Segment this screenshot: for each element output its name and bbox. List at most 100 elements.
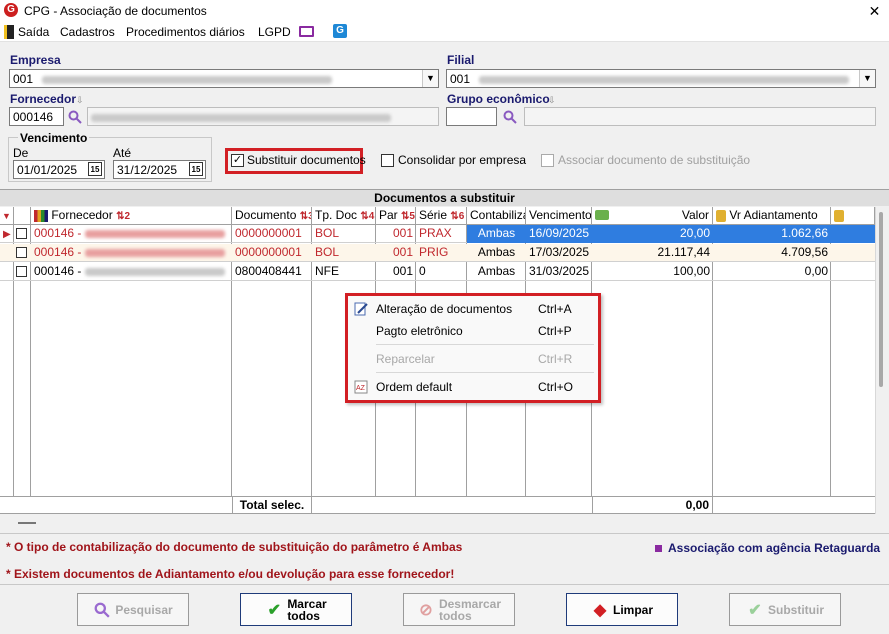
header-check bbox=[14, 207, 31, 225]
associar-checkbox bbox=[541, 154, 554, 167]
sort-order: 4 bbox=[368, 211, 375, 222]
menu-cadastros[interactable]: Cadastros bbox=[60, 25, 115, 39]
empresa-redacted bbox=[42, 75, 333, 84]
header-documento[interactable]: Documento ⇅3 bbox=[232, 207, 312, 225]
header-fornecedor-label: Fornecedor bbox=[51, 208, 113, 222]
cell-documento: 0000000001 bbox=[235, 245, 302, 259]
marcar-todos-button[interactable]: ✔ Marcar todos bbox=[240, 593, 352, 626]
cell-serie: 0 bbox=[419, 264, 426, 278]
filial-value: 001 bbox=[450, 72, 471, 86]
header-valor[interactable]: Valor bbox=[592, 207, 713, 225]
grupo-code-input[interactable] bbox=[446, 107, 497, 126]
table-row[interactable]: ▶ 000146 - 0000000001 BOL 001 PRAX Ambas… bbox=[0, 225, 875, 243]
filial-select[interactable]: 001 ▼ bbox=[446, 69, 876, 88]
chevron-down-icon[interactable]: ▼ bbox=[422, 70, 438, 87]
scrollbar-thumb[interactable] bbox=[879, 212, 883, 387]
header-vradiant[interactable]: Vr Adiantamento bbox=[713, 207, 831, 225]
desmarcar-todos-button: ⊘ Desmarcar todos bbox=[403, 593, 515, 626]
todos-label: todos bbox=[287, 608, 320, 623]
substituir-button: ✔ Substituir bbox=[729, 593, 841, 626]
header-documento-label: Documento bbox=[235, 208, 297, 222]
consolidar-checkbox[interactable] bbox=[381, 154, 394, 167]
limpar-button[interactable]: ◆ Limpar bbox=[566, 593, 678, 626]
sort-arrow-icon: ⇅ bbox=[360, 211, 369, 222]
vencimento-label: Vencimento bbox=[18, 131, 90, 145]
close-button[interactable]: ✕ bbox=[860, 0, 889, 22]
header-serie[interactable]: Série ⇅6 bbox=[416, 207, 467, 225]
header-fornecedor[interactable]: Fornecedor ⇅2 bbox=[31, 207, 232, 225]
sort-arrow-icon: ⇅ bbox=[299, 211, 309, 222]
header-par[interactable]: Par ⇅5 bbox=[376, 207, 416, 225]
row-checkbox[interactable] bbox=[16, 228, 27, 239]
header-vencimento[interactable]: Vencimento bbox=[526, 207, 592, 225]
ate-label: Até bbox=[113, 146, 132, 160]
pin-icon: ⇩ bbox=[76, 95, 84, 105]
cancel-icon: ⊘ bbox=[419, 601, 433, 619]
assoc-agencia-label: Associação com agência Retaguarda bbox=[668, 541, 881, 555]
empresa-select[interactable]: 001 ▼ bbox=[9, 69, 439, 88]
row-checkbox[interactable] bbox=[16, 247, 27, 258]
grid-title: Documentos a substituir bbox=[0, 189, 889, 206]
cell-vradiant: 1.062,66 bbox=[713, 225, 831, 243]
ctx-separator bbox=[376, 372, 594, 373]
ate-date-value: 31/12/2025 bbox=[117, 163, 178, 177]
ctx-alteracao-documentos[interactable]: Alteração de documentos Ctrl+A bbox=[348, 298, 598, 320]
status-dot-icon bbox=[655, 545, 662, 552]
sort-arrow-icon: ⇅ bbox=[450, 211, 459, 222]
fornecedor-label: Fornecedor bbox=[10, 92, 77, 106]
g-app-icon[interactable]: G bbox=[333, 24, 347, 38]
cell-vencimento: 16/09/2025 bbox=[526, 225, 592, 243]
note-adiantamento: * Existem documentos de Adiantamento e/o… bbox=[6, 567, 455, 581]
cell-contabiliza: Ambas bbox=[467, 225, 526, 243]
splitter-handle[interactable] bbox=[18, 522, 36, 524]
total-label: Total selec. bbox=[232, 497, 312, 513]
edit-document-icon bbox=[354, 302, 368, 316]
app-logo-icon: G bbox=[4, 3, 18, 17]
ctx-pagto-eletronico[interactable]: Pagto eletrônico Ctrl+P bbox=[348, 320, 598, 342]
search-icon[interactable] bbox=[68, 110, 82, 124]
pin-icon: ⇩ bbox=[548, 95, 556, 105]
substituir-label[interactable]: Substituir documentos bbox=[247, 153, 366, 167]
header-par-label: Par bbox=[379, 208, 398, 222]
row-checkbox[interactable] bbox=[16, 266, 27, 277]
coins-icon bbox=[834, 209, 844, 222]
ctx-ordem-default[interactable]: AZ Ordem default Ctrl+O bbox=[348, 376, 598, 398]
context-menu: Alteração de documentos Ctrl+A Pagto ele… bbox=[345, 293, 601, 403]
svg-text:AZ: AZ bbox=[356, 385, 366, 392]
de-label: De bbox=[13, 146, 29, 160]
header-tpdoc-label: Tp. Doc bbox=[315, 208, 358, 222]
check-icon: ✔ bbox=[748, 601, 762, 619]
header-valor-label: Valor bbox=[681, 208, 709, 222]
divider bbox=[0, 533, 889, 534]
fornecedor-code-input[interactable]: 000146 bbox=[9, 107, 64, 126]
calendar-icon[interactable]: 15 bbox=[88, 162, 102, 176]
monitor-icon[interactable] bbox=[299, 26, 314, 37]
calendar-icon[interactable]: 15 bbox=[189, 162, 203, 176]
grupo-label: Grupo econômico bbox=[447, 92, 550, 106]
cell-serie: PRIG bbox=[419, 245, 449, 259]
exit-icon[interactable] bbox=[4, 25, 14, 39]
menu-procedimentos-diarios[interactable]: Procedimentos diários bbox=[126, 25, 245, 39]
pesquisar-button: Pesquisar bbox=[77, 593, 189, 626]
header-contabiliza[interactable]: Contabiliza bbox=[467, 207, 526, 225]
associar-label: Associar documento de substituição bbox=[558, 153, 751, 167]
window-title: CPG - Associação de documentos bbox=[24, 4, 207, 18]
fornecedor-redacted bbox=[91, 113, 391, 122]
table-row[interactable]: 000146 - 0800408441 NFE 001 0 Ambas 31/0… bbox=[0, 263, 875, 281]
menu-lgpd[interactable]: LGPD bbox=[258, 25, 291, 39]
cell-tpdoc: BOL bbox=[315, 245, 340, 259]
menu-saida[interactable]: Saída bbox=[18, 25, 49, 39]
search-icon[interactable] bbox=[503, 110, 517, 124]
cell-documento: 0000000001 bbox=[235, 226, 302, 240]
substituir-checkbox[interactable]: ✓ bbox=[231, 154, 244, 167]
cell-fornecedor: 000146 - bbox=[31, 225, 232, 243]
table-row[interactable]: 000146 - 0000000001 BOL 001 PRIG Ambas 1… bbox=[0, 244, 875, 262]
chevron-down-icon[interactable]: ▼ bbox=[859, 70, 875, 87]
filial-label: Filial bbox=[447, 53, 475, 67]
cell-tpdoc: BOL bbox=[315, 226, 340, 240]
cell-fornecedor: 000146 - bbox=[31, 263, 232, 281]
consolidar-label[interactable]: Consolidar por empresa bbox=[398, 153, 526, 167]
money-icon bbox=[595, 210, 609, 220]
header-serie-label: Série bbox=[419, 208, 448, 222]
header-tpdoc[interactable]: Tp. Doc ⇅4 bbox=[312, 207, 376, 225]
